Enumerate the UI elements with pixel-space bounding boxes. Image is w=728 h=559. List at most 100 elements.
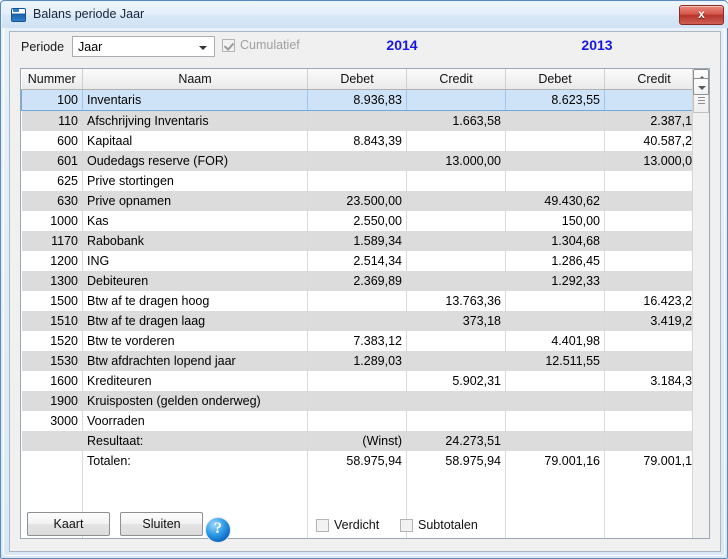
cell-debet-2: 1.286,45 <box>505 251 605 271</box>
cell-credit-1 <box>406 331 506 351</box>
close-button[interactable]: x <box>679 5 724 25</box>
column-header-debet-2[interactable]: Debet <box>505 69 605 90</box>
cell-naam: Debiteuren <box>82 271 308 291</box>
cell-empty <box>604 471 704 491</box>
table-row[interactable]: 1900 Kruisposten (gelden onderweg) <box>21 391 704 411</box>
table-row[interactable]: 1000 Kas 2.550,00 150,00 <box>21 211 704 231</box>
cell-debet-2: 1.304,68 <box>505 231 605 251</box>
table-row-selected[interactable]: 100 Inventaris 8.936,83 8.623,55 <box>21 89 704 111</box>
table-row-empty <box>21 471 704 491</box>
toolbar-controls: Periode Jaar Cumulatief 2014 2013 <box>10 32 720 65</box>
cell-nummer: 1530 <box>21 351 83 371</box>
cell-naam: Btw te vorderen <box>82 331 308 351</box>
table-row[interactable]: 1500 Btw af te dragen hoog 13.763,36 16.423… <box>21 291 704 311</box>
column-header-naam[interactable]: Naam <box>82 69 308 90</box>
column-header-credit-1[interactable]: Credit <box>406 69 506 90</box>
cell-nummer: 100 <box>21 89 83 111</box>
application-window: Balans periode Jaar x Periode Jaar Cumul… <box>0 0 728 559</box>
cell-debet-1: 2.369,89 <box>307 271 407 291</box>
cell-nummer: 601 <box>21 151 83 171</box>
client-area: Periode Jaar Cumulatief 2014 2013 Nummer… <box>9 31 721 552</box>
table-row-totalen[interactable]: Totalen: 58.975,94 58.975,94 79.001,16 79.00… <box>21 451 704 471</box>
triangle-down-icon <box>698 86 706 90</box>
cell-credit-2: 3.184,31 <box>604 371 704 391</box>
cell-credit-2 <box>604 89 704 111</box>
cell-nummer: 1200 <box>21 251 83 271</box>
table-row[interactable]: 1520 Btw te vorderen 7.383,12 4.401,98 <box>21 331 704 351</box>
cell-debet-2: 79.001,16 <box>505 451 605 471</box>
table-row[interactable]: 1300 Debiteuren 2.369,89 1.292,33 <box>21 271 704 291</box>
vertical-scrollbar[interactable] <box>692 69 709 538</box>
verdicht-checkbox[interactable] <box>316 519 329 532</box>
cell-debet-1 <box>307 110 407 131</box>
cell-nummer: 600 <box>21 131 83 151</box>
window-title: Balans periode Jaar <box>33 7 145 21</box>
kaart-button[interactable]: Kaart <box>27 512 110 536</box>
cell-debet-2: 1.292,33 <box>505 271 605 291</box>
title-bar[interactable]: Balans periode Jaar x <box>2 2 728 28</box>
table-row[interactable]: 110 Afschrijving Inventaris 1.663,58 2.387,… <box>21 110 704 131</box>
periode-select[interactable]: Jaar <box>72 36 215 57</box>
cell-credit-2 <box>604 391 704 411</box>
cell-credit-1 <box>406 171 506 191</box>
cell-naam: Btw af te dragen hoog <box>82 291 308 311</box>
cell-credit-2 <box>604 351 704 371</box>
help-icon[interactable]: ? <box>205 517 231 543</box>
column-header-nummer[interactable]: Nummer <box>21 69 83 90</box>
cell-credit-1: 24.273,51 <box>406 431 506 451</box>
column-header-debet-1[interactable]: Debet <box>307 69 407 90</box>
cell-credit-2 <box>604 411 704 431</box>
year-current-label: 2014 <box>386 37 418 53</box>
table-row[interactable]: 625 Prive stortingen <box>21 171 704 191</box>
cell-empty <box>406 471 506 491</box>
table-row[interactable]: 1530 Btw afdrachten lopend jaar 1.289,03 12… <box>21 351 704 371</box>
cell-credit-1 <box>406 411 506 431</box>
cell-nummer: 1900 <box>21 391 83 411</box>
cell-credit-2 <box>604 191 704 211</box>
table-row[interactable]: 1510 Btw af te dragen laag 373,18 3.419,22 <box>21 311 704 331</box>
cell-naam: Voorraden <box>82 411 308 431</box>
cell-debet-2 <box>505 431 605 451</box>
table-row[interactable]: 1600 Krediteuren 5.902,31 3.184,31 <box>21 371 704 391</box>
cumulatief-label: Cumulatief <box>240 38 300 52</box>
cell-debet-1: 8.936,83 <box>307 89 407 111</box>
cell-debet-2 <box>505 311 605 331</box>
cell-credit-2 <box>604 211 704 231</box>
subtotalen-checkbox[interactable] <box>400 519 413 532</box>
cell-debet-2: 12.511,55 <box>505 351 605 371</box>
balance-grid[interactable]: Nummer Naam Debet Credit Debet Credit 10… <box>20 68 710 539</box>
table-row[interactable]: 3000 Voorraden <box>21 411 704 431</box>
cell-credit-2: 3.419,22 <box>604 311 704 331</box>
table-row[interactable]: 600 Kapitaal 8.843,39 40.587,23 <box>21 131 704 151</box>
cell-naam: Resultaat: <box>82 431 308 451</box>
cell-nummer: 1170 <box>21 231 83 251</box>
cell-naam: Kruisposten (gelden onderweg) <box>82 391 308 411</box>
scroll-down-button[interactable] <box>693 78 709 95</box>
cell-credit-1 <box>406 271 506 291</box>
cell-nummer <box>21 451 83 471</box>
cell-naam: Krediteuren <box>82 371 308 391</box>
cell-credit-1 <box>406 211 506 231</box>
cell-naam: Oudedags reserve (FOR) <box>82 151 308 171</box>
table-row[interactable]: 630 Prive opnamen 23.500,00 49.430,62 <box>21 191 704 211</box>
table-row[interactable]: 1170 Rabobank 1.589,34 1.304,68 <box>21 231 704 251</box>
periode-selected-value: Jaar <box>78 40 103 54</box>
cell-debet-2 <box>505 371 605 391</box>
cell-nummer: 1300 <box>21 271 83 291</box>
cell-debet-2: 4.401,98 <box>505 331 605 351</box>
cell-debet-2 <box>505 411 605 431</box>
table-row[interactable]: 601 Oudedags reserve (FOR) 13.000,00 13.000… <box>21 151 704 171</box>
cell-empty <box>82 471 308 491</box>
cell-credit-2 <box>604 231 704 251</box>
table-row[interactable]: 1200 ING 2.514,34 1.286,45 <box>21 251 704 271</box>
cell-credit-1: 58.975,94 <box>406 451 506 471</box>
cell-naam: Kas <box>82 211 308 231</box>
sluiten-button[interactable]: Sluiten <box>120 512 203 536</box>
question-mark-icon: ? <box>214 520 222 537</box>
cell-naam: Prive opnamen <box>82 191 308 211</box>
cell-nummer <box>21 431 83 451</box>
table-row-resultaat[interactable]: Resultaat: (Winst) 24.273,51 <box>21 431 704 451</box>
cell-debet-2 <box>505 151 605 171</box>
column-header-credit-2[interactable]: Credit <box>604 69 704 90</box>
cell-debet-2: 150,00 <box>505 211 605 231</box>
